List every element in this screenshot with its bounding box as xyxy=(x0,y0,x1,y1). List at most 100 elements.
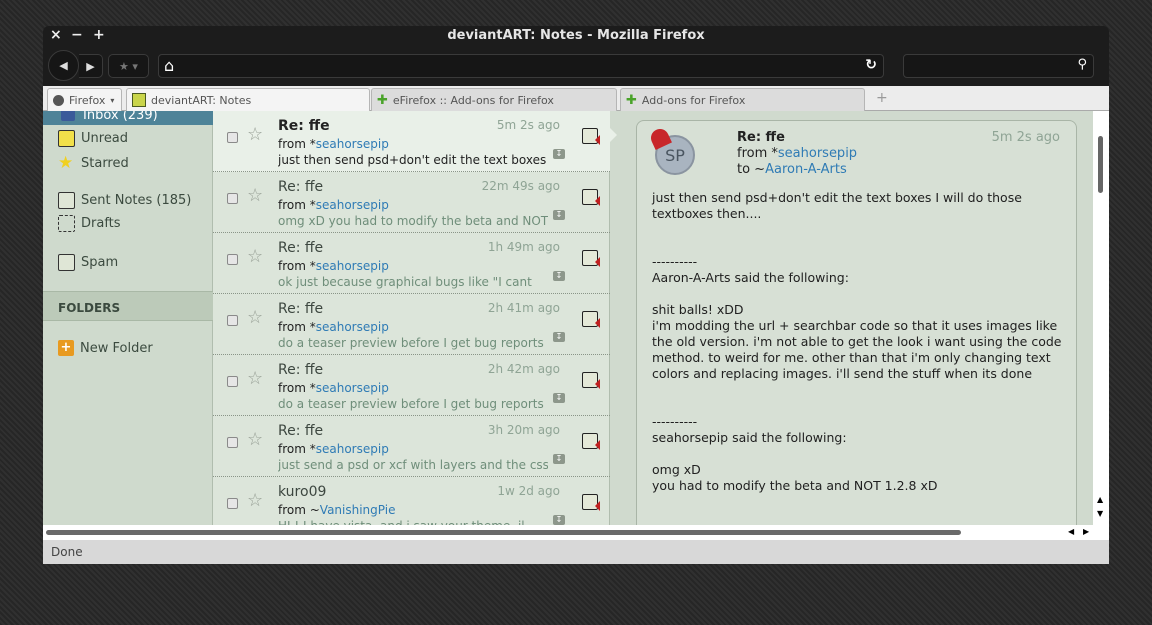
note-subject[interactable]: Re: ffe xyxy=(278,240,323,256)
scroll-up-icon[interactable]: ▲ xyxy=(1097,495,1103,504)
sender-link[interactable]: seahorsepip xyxy=(316,381,389,395)
note-subject[interactable]: Re: ffe xyxy=(278,362,323,378)
note-row[interactable]: ☆ Re: ffe 1h 49m ago from *seahorsepip o… xyxy=(213,233,610,294)
sender-link[interactable]: seahorsepip xyxy=(316,320,389,334)
note-from: from *seahorsepip xyxy=(278,381,389,395)
note-row[interactable]: ☆ Re: ffe 22m 49s ago from *seahorsepip … xyxy=(213,172,610,233)
star-icon[interactable]: ☆ xyxy=(247,307,263,328)
note-preview: ok just because graphical bugs like "I c… xyxy=(278,275,532,289)
note-checkbox[interactable] xyxy=(227,437,238,448)
sent-note-icon xyxy=(58,192,75,209)
sidebar-item-sent[interactable]: Sent Notes (185) xyxy=(58,192,191,209)
sender-link[interactable]: VanishingPie xyxy=(320,503,396,517)
sidebar-item-inbox[interactable]: Inbox (239) xyxy=(43,111,213,125)
scrollbar-thumb[interactable] xyxy=(1098,136,1103,193)
puzzle-icon: ✚ xyxy=(626,92,637,108)
star-icon[interactable]: ☆ xyxy=(247,429,263,450)
search-input[interactable]: ⚲ xyxy=(903,54,1094,78)
recipient-link[interactable]: Aaron-A-Arts xyxy=(765,162,847,177)
sender-link[interactable]: seahorsepip xyxy=(316,198,389,212)
from-prefix: from * xyxy=(278,442,316,456)
note-subject[interactable]: kuro09 xyxy=(278,484,326,500)
expand-icon[interactable]: ↧ xyxy=(553,210,565,220)
replied-icon[interactable] xyxy=(582,250,600,267)
note-checkbox[interactable] xyxy=(227,254,238,265)
tab-bar: Firefox ▾ deviantART: Notes ✚ eFirefox :: … xyxy=(43,86,1109,111)
sidebar-item-spam[interactable]: Spam xyxy=(58,254,118,271)
note-row[interactable]: ☆ Re: ffe 3h 20m ago from *seahorsepip j… xyxy=(213,416,610,477)
note-checkbox[interactable] xyxy=(227,193,238,204)
unread-label: Unread xyxy=(81,131,129,146)
note-subject[interactable]: Re: ffe xyxy=(278,179,323,195)
note-row[interactable]: ☆ Re: ffe 5m 2s ago from *seahorsepip ju… xyxy=(213,111,610,172)
expand-icon[interactable]: ↧ xyxy=(553,454,565,464)
horizontal-scrollbar[interactable]: ◀ ▶ xyxy=(43,525,1109,540)
search-icon[interactable]: ⚲ xyxy=(1077,57,1087,72)
sender-link[interactable]: seahorsepip xyxy=(316,137,389,151)
note-subject[interactable]: Re: ffe xyxy=(278,118,330,134)
scroll-left-icon[interactable]: ◀ xyxy=(1068,527,1074,536)
replied-icon[interactable] xyxy=(582,433,600,450)
url-bar[interactable]: ⌂ ↻ xyxy=(158,54,884,78)
bookmark-star-button[interactable]: ★ ▾ xyxy=(108,54,149,78)
note-header: Re: ffe from *seahorsepip to ~Aaron-A-Ar… xyxy=(737,130,857,178)
to-prefix: to ~ xyxy=(737,162,766,177)
from-prefix: from * xyxy=(737,146,778,161)
note-icon[interactable] xyxy=(582,372,600,389)
scroll-down-icon[interactable]: ▼ xyxy=(1097,509,1103,518)
sidebar-item-unread[interactable]: Unread xyxy=(58,130,128,147)
expand-icon[interactable]: ↧ xyxy=(553,332,565,342)
forward-button[interactable]: ▶ xyxy=(79,54,103,78)
expand-icon[interactable]: ↧ xyxy=(553,149,565,159)
back-button[interactable]: ◀ xyxy=(48,50,79,81)
sidebar-item-drafts[interactable]: Drafts xyxy=(58,215,121,232)
note-checkbox[interactable] xyxy=(227,498,238,509)
folders-header: FOLDERS xyxy=(43,291,213,321)
expand-icon[interactable]: ↧ xyxy=(553,515,565,525)
note-time: 22m 49s ago xyxy=(481,179,560,193)
star-icon[interactable]: ☆ xyxy=(247,368,263,389)
replied-icon[interactable] xyxy=(582,189,600,206)
firefox-menu-button[interactable]: Firefox ▾ xyxy=(47,88,122,111)
note-checkbox[interactable] xyxy=(227,132,238,143)
sidebar: Inbox (239) Unread ★ Starred Sent Notes (… xyxy=(43,111,213,525)
star-icon[interactable]: ☆ xyxy=(247,490,263,511)
star-icon[interactable]: ☆ xyxy=(247,124,263,145)
note-subject[interactable]: Re: ffe xyxy=(278,301,323,317)
star-icon[interactable]: ☆ xyxy=(247,185,263,206)
sender-link[interactable]: seahorsepip xyxy=(316,259,389,273)
sender-link[interactable]: seahorsepip xyxy=(316,442,389,456)
note-row[interactable]: ☆ Re: ffe 2h 42m ago from *seahorsepip d… xyxy=(213,355,610,416)
expand-icon[interactable]: ↧ xyxy=(553,271,565,281)
note-row[interactable]: ☆ kuro09 1w 2d ago from ~VanishingPie HI… xyxy=(213,477,610,525)
note-checkbox[interactable] xyxy=(227,315,238,326)
page-content: Inbox (239) Unread ★ Starred Sent Notes (… xyxy=(43,111,1109,525)
reload-icon[interactable]: ↻ xyxy=(865,57,877,73)
inbox-label: Inbox (239) xyxy=(83,111,158,123)
replied-icon[interactable] xyxy=(582,128,600,145)
note-subject[interactable]: Re: ffe xyxy=(278,423,323,439)
note-checkbox[interactable] xyxy=(227,376,238,387)
tab-efirefox-addons[interactable]: ✚ eFirefox :: Add-ons for Firefox xyxy=(371,88,617,111)
expand-icon[interactable]: ↧ xyxy=(553,393,565,403)
scroll-right-icon[interactable]: ▶ xyxy=(1083,527,1089,536)
new-tab-button[interactable]: + xyxy=(876,90,888,106)
note-row[interactable]: ☆ Re: ffe 2h 41m ago from *seahorsepip d… xyxy=(213,294,610,355)
sender-link[interactable]: seahorsepip xyxy=(778,146,857,161)
note-icon[interactable] xyxy=(582,494,600,511)
hscroll-thumb[interactable] xyxy=(46,530,961,535)
from-prefix: from * xyxy=(278,381,316,395)
star-icon[interactable]: ☆ xyxy=(247,246,263,267)
tab-addons[interactable]: ✚ Add-ons for Firefox xyxy=(620,88,865,111)
draft-icon xyxy=(58,215,75,232)
from-prefix: from ~ xyxy=(278,503,320,517)
tab-deviantart-notes[interactable]: deviantART: Notes xyxy=(126,88,370,111)
replied-icon[interactable] xyxy=(582,311,600,328)
deviantart-favicon xyxy=(132,93,146,107)
new-folder-button[interactable]: + New Folder xyxy=(58,340,153,356)
inbox-icon xyxy=(61,111,75,121)
sidebar-item-starred[interactable]: ★ Starred xyxy=(58,153,129,173)
home-icon[interactable]: ⌂ xyxy=(164,56,174,75)
note-time: 2h 41m ago xyxy=(487,301,560,315)
vertical-scrollbar[interactable]: ▲ ▼ xyxy=(1093,111,1109,525)
